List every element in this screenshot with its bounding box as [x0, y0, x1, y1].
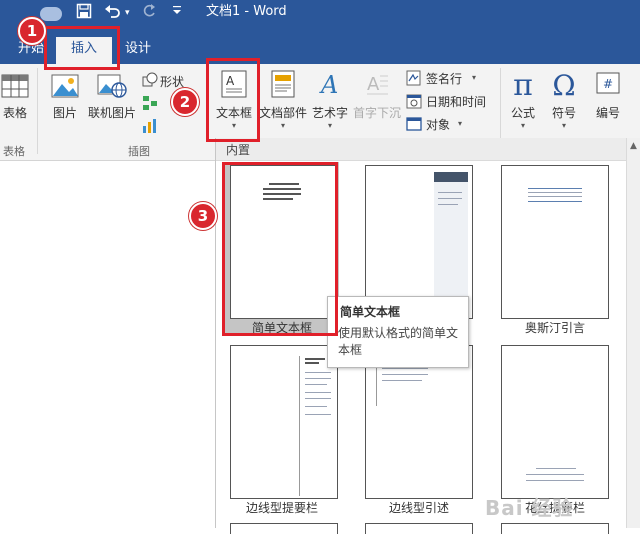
signature-line-button[interactable]: 签名行 ▾	[406, 70, 501, 88]
quick-parts-button[interactable]: 文档部件 ▾	[258, 70, 308, 130]
quick-parts-label: 文档部件	[258, 106, 307, 120]
highlight-box-text-box	[206, 58, 260, 142]
equation-button[interactable]: π 公式 ▾	[504, 70, 542, 130]
undo-icon[interactable]	[104, 3, 122, 24]
equation-dropdown-icon: ▾	[520, 121, 525, 130]
table-label: 表格	[2, 106, 27, 120]
window-title: 文档1 - Word	[206, 4, 287, 19]
gallery-item-partial[interactable]	[365, 523, 473, 534]
signature-line-dropdown-icon: ▾	[472, 73, 477, 82]
table-button[interactable]: 表格	[0, 74, 30, 121]
picture-label: 图片	[52, 106, 77, 120]
picture-button[interactable]: 图片	[48, 74, 82, 121]
tooltip: 简单文本框 使用默认格式的简单文本框	[327, 296, 469, 368]
drop-cap-icon: A	[352, 70, 402, 101]
gallery-section-label: 内置	[226, 143, 251, 157]
wordart-button[interactable]: A 艺术字 ▾	[310, 70, 350, 130]
signature-line-label: 签名行	[426, 72, 463, 86]
gallery-item-label: 奥斯汀引言	[524, 321, 585, 335]
undo-dropdown-icon[interactable]: ▾	[125, 3, 130, 23]
online-picture-button[interactable]: 联机图片	[86, 74, 138, 121]
drop-cap-button[interactable]: A 首字下沉	[352, 70, 402, 121]
gallery-scrollbar[interactable]: ▲	[626, 138, 640, 528]
gallery-item-sideline-quote[interactable]	[365, 345, 473, 499]
customize-qat-icon[interactable]	[173, 3, 181, 23]
autosave-toggle[interactable]	[40, 7, 62, 21]
step-badge-1: 1	[18, 17, 46, 45]
number-icon: #	[589, 70, 627, 101]
signature-line-icon	[406, 70, 422, 89]
shapes-button[interactable]: 形状	[142, 72, 185, 91]
wordart-dropdown-icon: ▾	[327, 121, 332, 130]
watermark: Bai 经验	[485, 496, 574, 520]
shapes-icon	[142, 72, 158, 91]
gallery-item-label: 边线型引述	[388, 501, 449, 515]
number-label: 编号	[595, 106, 620, 120]
svg-text:A: A	[319, 71, 338, 98]
step-badge-3: 3	[189, 202, 217, 230]
quick-parts-dropdown-icon: ▾	[280, 121, 285, 130]
quick-parts-icon	[258, 70, 308, 101]
equation-label: 公式	[510, 106, 535, 120]
save-icon[interactable]	[76, 3, 92, 24]
pi-icon: π	[513, 68, 533, 103]
wordart-icon: A	[310, 70, 350, 101]
gallery-item-sideline-sidebar[interactable]	[230, 345, 338, 499]
gallery-header: 内置	[216, 138, 640, 161]
redo-icon[interactable]	[142, 3, 156, 24]
symbol-label: 符号	[551, 106, 576, 120]
scroll-up-icon[interactable]: ▲	[630, 141, 637, 151]
highlight-box-simple-text-box	[222, 162, 338, 336]
group-separator	[37, 68, 38, 154]
highlight-box-insert-tab	[44, 26, 120, 70]
group-label-illustrations: 插图	[128, 145, 150, 158]
online-picture-icon	[86, 74, 138, 101]
smartart-icon[interactable]	[142, 95, 158, 114]
picture-icon	[48, 74, 82, 101]
calendar-icon	[406, 93, 422, 112]
date-time-label: 日期和时间	[426, 95, 487, 109]
gallery-item-filigree-sidebar[interactable]	[501, 345, 609, 499]
object-button[interactable]: 对象 ▾	[406, 116, 501, 134]
date-time-button[interactable]: 日期和时间	[406, 93, 501, 111]
wordart-label: 艺术字	[311, 106, 348, 120]
gallery-item-austin-quote[interactable]	[501, 165, 609, 319]
symbol-dropdown-icon: ▾	[561, 121, 566, 130]
gallery-item-partial[interactable]	[501, 523, 609, 534]
object-icon	[406, 116, 422, 135]
step-badge-2: 2	[171, 88, 199, 116]
svg-text:#: #	[603, 77, 613, 91]
object-label: 对象	[426, 118, 451, 132]
gallery-item-partial[interactable]	[230, 523, 338, 534]
number-button[interactable]: # 编号	[589, 70, 627, 121]
group-label-table: 表格	[3, 145, 25, 158]
drop-cap-label: 首字下沉	[352, 106, 401, 120]
symbol-button[interactable]: Ω 符号 ▾	[545, 70, 583, 130]
online-picture-label: 联机图片	[87, 106, 136, 120]
object-dropdown-icon: ▾	[458, 119, 463, 128]
document-canvas[interactable]	[0, 161, 215, 528]
tooltip-title: 简单文本框	[340, 305, 401, 319]
table-icon	[0, 74, 30, 101]
svg-text:A: A	[367, 74, 380, 95]
tooltip-description: 使用默认格式的简单文本框	[338, 326, 459, 357]
shapes-label: 形状	[160, 75, 185, 89]
tab-design[interactable]: 设计	[125, 37, 151, 64]
chart-icon[interactable]	[142, 118, 158, 137]
omega-icon: Ω	[552, 69, 576, 102]
gallery-item-label: 边线型提要栏	[245, 501, 318, 515]
